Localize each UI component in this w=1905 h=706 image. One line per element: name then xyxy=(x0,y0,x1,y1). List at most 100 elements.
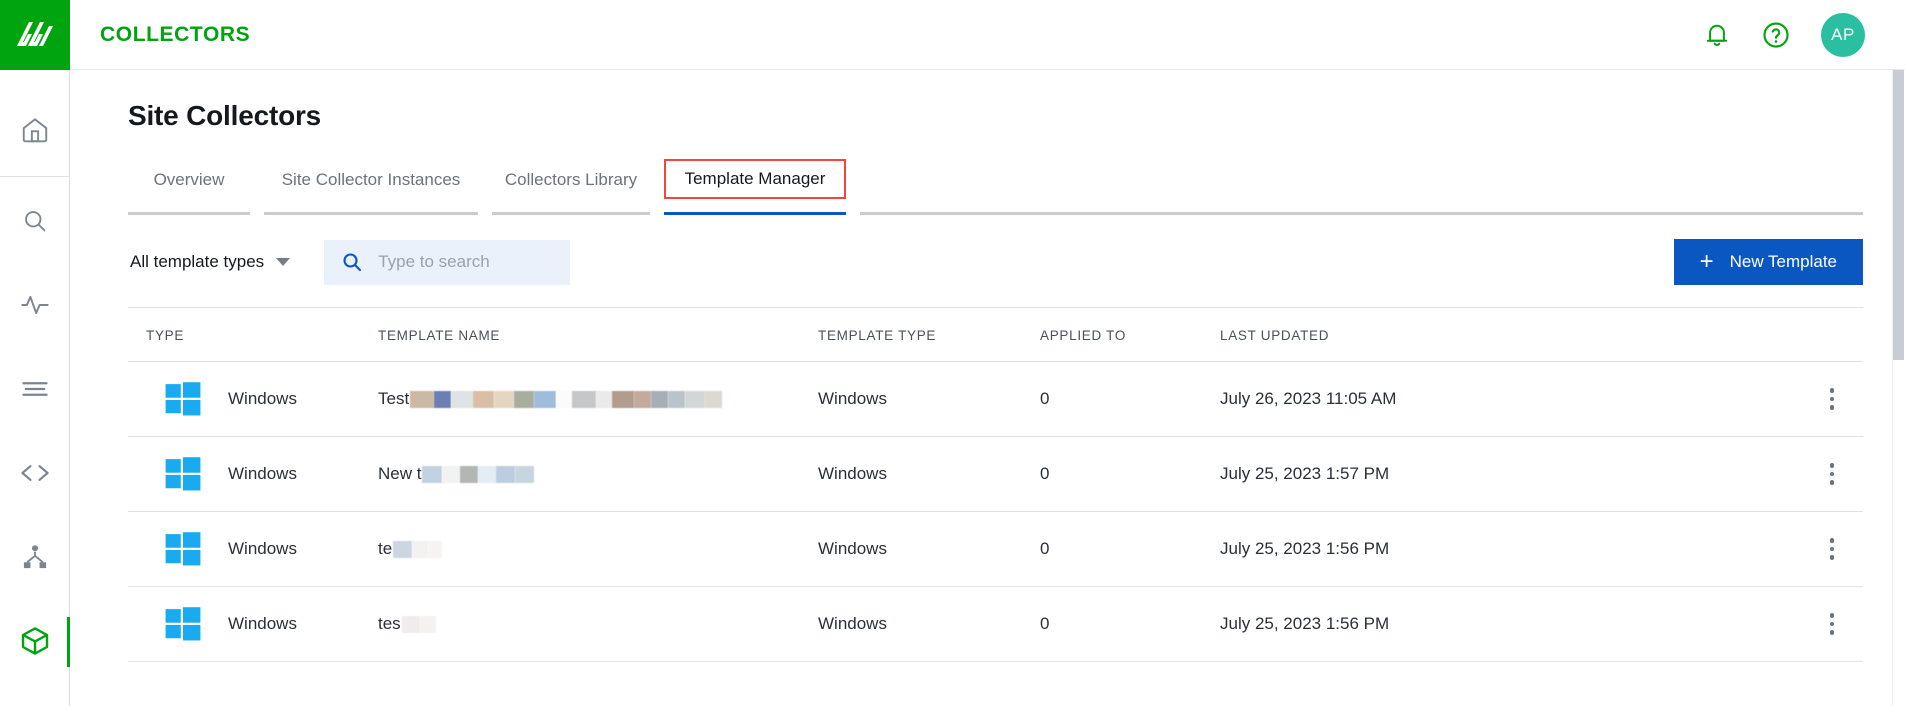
cell-last-updated: July 25, 2023 1:57 PM xyxy=(1220,436,1801,512)
table-header-row: TYPE TEMPLATE NAME TEMPLATE TYPE APPLIED… xyxy=(128,307,1863,362)
tab-collectors-library[interactable]: Collectors Library xyxy=(492,162,650,215)
tab-template-manager-label: Template Manager xyxy=(664,159,846,199)
tab-site-collector-instances-label: Site Collector Instances xyxy=(281,170,461,189)
scrollbar-thumb[interactable] xyxy=(1893,70,1904,360)
template-name-visible: tes xyxy=(378,614,401,633)
zscaler-logo-icon xyxy=(16,22,53,46)
tab-template-manager[interactable]: Template Manager xyxy=(664,158,846,215)
kebab-menu-icon[interactable] xyxy=(1801,538,1863,560)
sidebar-item-logs[interactable] xyxy=(0,347,70,431)
tab-overview[interactable]: Overview xyxy=(128,162,250,215)
home-icon xyxy=(22,118,47,143)
cell-type: Windows xyxy=(128,586,378,662)
cell-applied-to: 0 xyxy=(1040,586,1220,662)
cell-template-name: New t xyxy=(378,436,818,512)
row-actions[interactable] xyxy=(1801,436,1863,512)
search-icon xyxy=(24,211,45,232)
search-input[interactable]: Type to search xyxy=(324,239,571,285)
windows-logo-icon xyxy=(165,532,201,566)
cell-last-updated: July 26, 2023 11:05 AM xyxy=(1220,361,1801,437)
kebab-menu-icon[interactable] xyxy=(1801,463,1863,485)
cell-template-type: Windows xyxy=(818,586,1040,662)
plus-icon: + xyxy=(1699,248,1714,275)
sidebar-divider xyxy=(0,176,70,177)
code-brackets-icon xyxy=(20,465,49,481)
row-actions[interactable] xyxy=(1801,511,1863,587)
tab-bar: Overview Site Collector Instances Collec… xyxy=(128,158,1905,215)
redacted-text-block xyxy=(410,390,723,408)
app-title: COLLECTORS xyxy=(100,22,251,46)
left-nav-sidebar xyxy=(0,0,71,706)
avatar[interactable]: AP xyxy=(1821,12,1865,57)
sidebar-item-topology[interactable] xyxy=(0,515,70,599)
tab-bar-filler xyxy=(860,212,1863,215)
windows-logo-icon xyxy=(165,457,201,491)
activity-pulse-icon xyxy=(20,295,49,315)
sidebar-item-collectors[interactable] xyxy=(0,599,71,683)
table-toolbar: All template types Type to search + New … xyxy=(128,239,1905,285)
redacted-text-block xyxy=(393,540,443,558)
search-placeholder: Type to search xyxy=(378,252,490,271)
table-row[interactable]: Windows te Windows 0 July 25, 2023 1:56 … xyxy=(128,511,1863,587)
bell-icon xyxy=(1706,24,1728,46)
tab-overview-label: Overview xyxy=(153,170,225,189)
search-icon xyxy=(343,253,362,272)
cell-applied-to: 0 xyxy=(1040,361,1220,437)
column-header-type[interactable]: TYPE xyxy=(128,307,378,362)
template-type-filter-label: All template types xyxy=(130,252,265,271)
column-header-actions xyxy=(1801,307,1863,362)
cell-last-updated: July 25, 2023 1:56 PM xyxy=(1220,586,1801,662)
cell-template-type: Windows xyxy=(818,511,1040,587)
cell-type: Windows xyxy=(128,361,378,437)
page-title: Site Collectors xyxy=(128,100,322,131)
new-template-button-label: New Template xyxy=(1729,252,1837,271)
template-type-filter[interactable]: All template types xyxy=(128,246,292,278)
new-template-button[interactable]: + New Template xyxy=(1673,239,1863,285)
column-header-template-name[interactable]: TEMPLATE NAME xyxy=(378,307,818,362)
cell-template-name: tes xyxy=(378,586,818,662)
template-name-visible: te xyxy=(378,539,393,558)
cube-icon xyxy=(21,627,48,655)
sidebar-item-search[interactable] xyxy=(0,179,70,263)
cell-type-label: Windows xyxy=(228,614,297,633)
notifications-button[interactable] xyxy=(1703,20,1731,50)
table-row[interactable]: Windows New t Windows 0 July 25, 2023 1:… xyxy=(128,436,1863,512)
help-button[interactable] xyxy=(1761,20,1791,50)
cell-template-type: Windows xyxy=(818,436,1040,512)
table-body: Windows Test Windows 0 July 26, 2023 11:… xyxy=(128,361,1863,662)
main-area: COLLECTORS AP Site Collectors Overview S… xyxy=(70,0,1905,706)
redacted-text-block xyxy=(401,615,436,633)
cell-type: Windows xyxy=(128,436,378,512)
table-row[interactable]: Windows Test Windows 0 July 26, 2023 11:… xyxy=(128,361,1863,437)
hierarchy-icon xyxy=(23,545,46,569)
table-header: TYPE TEMPLATE NAME TEMPLATE TYPE APPLIED… xyxy=(128,307,1863,362)
cell-type-label: Windows xyxy=(228,539,297,558)
row-actions[interactable] xyxy=(1801,361,1863,437)
brand-logo[interactable] xyxy=(0,0,70,70)
kebab-menu-icon[interactable] xyxy=(1801,613,1863,635)
cell-type: Windows xyxy=(128,511,378,587)
windows-logo-icon xyxy=(165,607,201,641)
cell-template-name: te xyxy=(378,511,818,587)
vertical-scrollbar[interactable] xyxy=(1892,70,1905,706)
redacted-text-block xyxy=(422,465,535,483)
sidebar-item-code[interactable] xyxy=(0,431,70,515)
column-header-template-type[interactable]: TEMPLATE TYPE xyxy=(818,307,1040,362)
cell-applied-to: 0 xyxy=(1040,436,1220,512)
tab-site-collector-instances[interactable]: Site Collector Instances xyxy=(264,162,478,215)
sidebar-item-activity[interactable] xyxy=(0,263,70,347)
column-header-last-updated[interactable]: LAST UPDATED xyxy=(1220,307,1801,362)
kebab-menu-icon[interactable] xyxy=(1801,388,1863,410)
column-header-applied-to[interactable]: APPLIED TO xyxy=(1040,307,1220,362)
table-row[interactable]: Windows tes Windows 0 July 25, 2023 1:56… xyxy=(128,586,1863,662)
template-name-visible: New t xyxy=(378,464,422,483)
sidebar-item-home[interactable] xyxy=(0,88,70,172)
question-circle-icon xyxy=(1763,21,1789,48)
templates-table: TYPE TEMPLATE NAME TEMPLATE TYPE APPLIED… xyxy=(128,307,1863,662)
cell-type-label: Windows xyxy=(228,389,297,408)
templates-table-container: TYPE TEMPLATE NAME TEMPLATE TYPE APPLIED… xyxy=(128,307,1905,662)
chevron-down-icon xyxy=(276,258,291,266)
row-actions[interactable] xyxy=(1801,586,1863,662)
tab-collectors-library-label: Collectors Library xyxy=(504,170,638,189)
app-window: COLLECTORS AP Site Collectors Overview S… xyxy=(0,0,1905,706)
